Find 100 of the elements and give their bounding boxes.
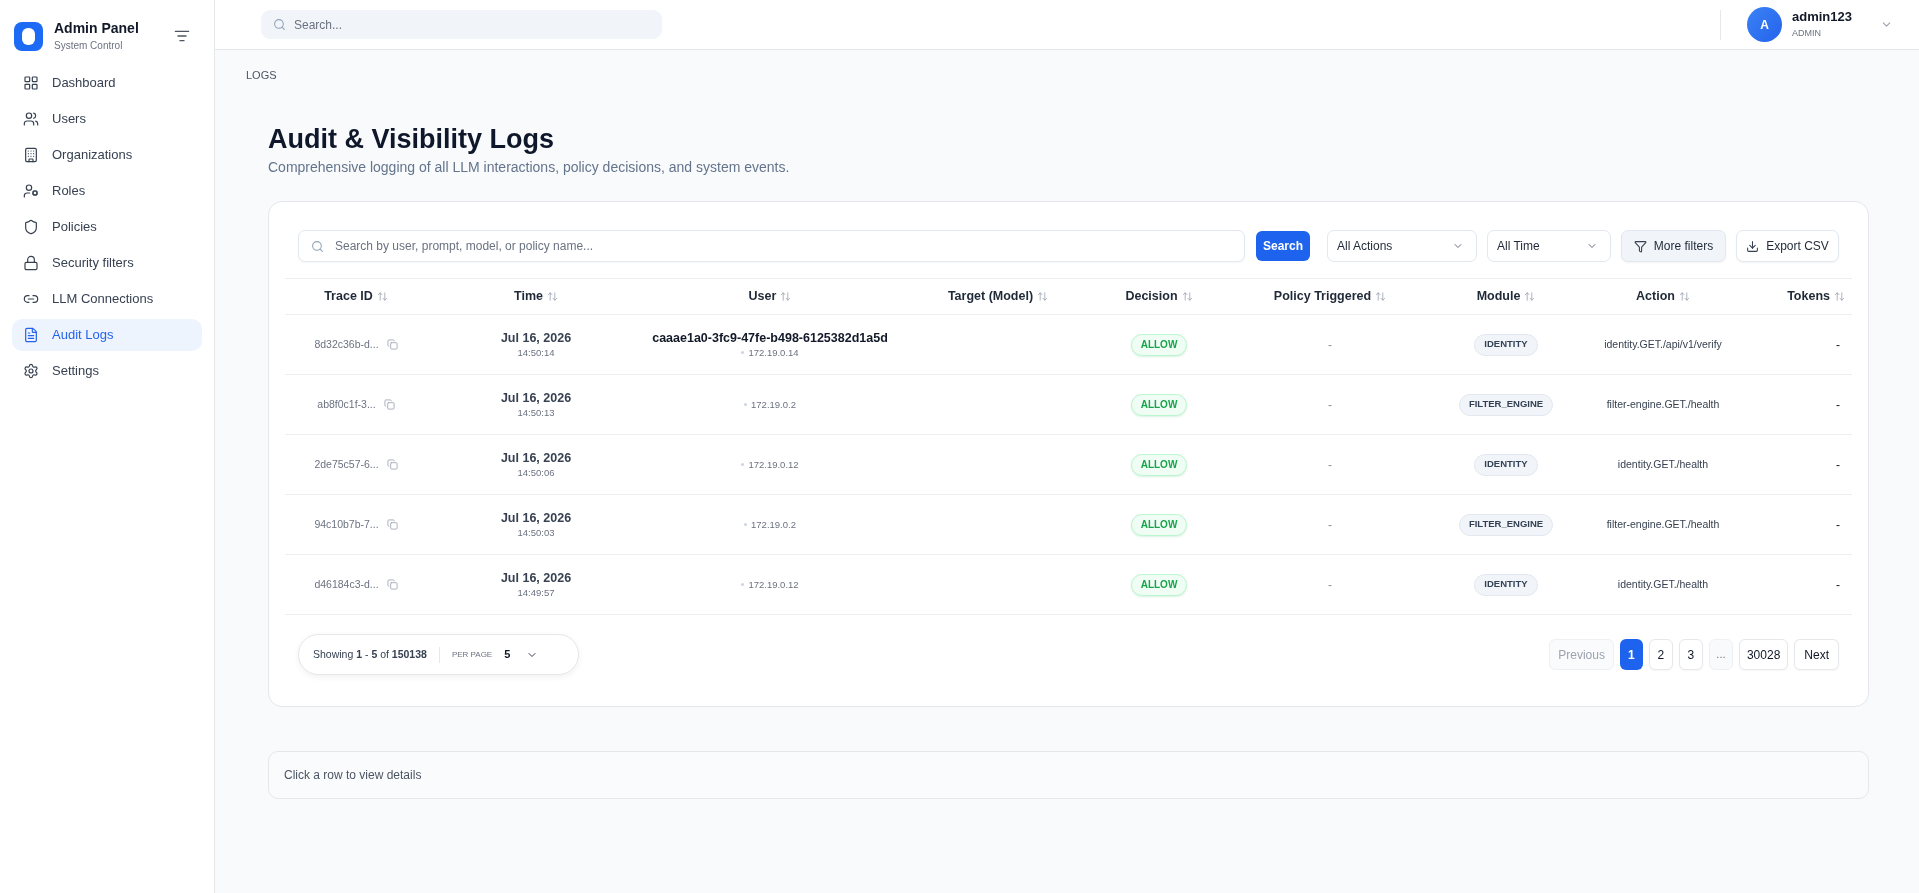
per-page-select[interactable]: 5 (504, 646, 539, 663)
sort-icon (1181, 291, 1193, 302)
settings-icon (23, 363, 39, 379)
results-summary: Showing 1 - 5 of 150138 (313, 646, 427, 662)
time-text: 14:50:06 (517, 466, 555, 479)
module-badge: IDENTITY (1474, 453, 1538, 476)
shield-icon (23, 219, 39, 235)
search-button[interactable]: Search (1256, 231, 1310, 261)
brand-subtitle: System Control (54, 39, 124, 53)
column-header[interactable]: Target (Model) (947, 287, 1049, 306)
date-text: Jul 16, 2026 (500, 450, 572, 466)
policy-text: - (1328, 516, 1332, 534)
copy-icon[interactable] (383, 399, 395, 410)
tokens-text: - (1836, 336, 1840, 354)
action-text: identity.GET./health (1617, 576, 1709, 592)
users-icon (23, 111, 39, 127)
column-header[interactable]: Action (1636, 287, 1690, 306)
page-subtitle: Comprehensive logging of all LLM interactions, policy decisions, and system events. (268, 158, 791, 177)
date-text: Jul 16, 2026 (500, 510, 572, 526)
sort-icon (1524, 291, 1536, 302)
time-text: 14:50:03 (517, 526, 555, 539)
search-field[interactable]: Search by user, prompt, model, or policy name... (298, 230, 1245, 262)
page-title: Audit & Visibility Logs (268, 123, 556, 156)
action-text: filter-engine.GET./health (1606, 516, 1720, 532)
search-icon (311, 240, 324, 253)
action-text: identity.GET./health (1617, 456, 1709, 472)
page-button[interactable]: 2 (1648, 639, 1673, 670)
ip-address-text: 172.19.0.14 (748, 346, 799, 359)
tokens-text: - (1836, 396, 1840, 414)
filters-button[interactable]: More filters (1621, 230, 1726, 262)
trace-id-text: 2de75c57-6... (314, 456, 379, 472)
pagination-ellipsis: ... (1708, 639, 1733, 670)
sidebar-item[interactable]: Settings (12, 355, 202, 387)
column-header[interactable]: Policy Triggered (1273, 287, 1387, 306)
page-button[interactable]: 3 (1678, 639, 1703, 670)
filter-icon (1633, 239, 1647, 253)
time-text: 14:50:13 (517, 406, 555, 419)
decision-badge: ALLOW (1130, 393, 1188, 416)
sidebar-item[interactable]: Organizations (12, 139, 202, 171)
page-button[interactable]: 1 (1619, 639, 1643, 670)
column-header[interactable]: Trace ID (324, 287, 388, 306)
sidebar-item[interactable]: Users (12, 103, 202, 135)
sort-icon (1037, 291, 1049, 302)
trace-id-text: d46184c3-d... (314, 576, 379, 592)
user-gear-icon (23, 183, 39, 199)
building-icon (23, 147, 39, 163)
search-icon (273, 18, 286, 31)
module-badge: FILTER_ENGINE (1458, 513, 1554, 536)
sort-icon (1834, 291, 1845, 302)
sidebar-item[interactable]: Policies (12, 211, 202, 243)
policy-text: - (1328, 336, 1332, 354)
column-header[interactable]: Module (1476, 287, 1536, 306)
decision-badge: ALLOW (1130, 513, 1188, 536)
date-text: Jul 16, 2026 (500, 390, 572, 406)
column-header[interactable]: Tokens (1787, 287, 1845, 306)
decision-badge: ALLOW (1130, 573, 1188, 596)
page-button[interactable]: 30028 (1738, 639, 1789, 670)
module-badge: IDENTITY (1474, 573, 1538, 596)
action-text: filter-engine.GET./health (1606, 396, 1720, 412)
time-text: 14:49:57 (517, 586, 555, 599)
filter-select[interactable]: All Time (1487, 230, 1611, 262)
trace-id-text: ab8f0c1f-3... (317, 396, 376, 412)
trace-id-text: 94c10b7b-7... (314, 516, 379, 532)
sidebar-item[interactable]: LLM Connections (12, 283, 202, 315)
sidebar-item[interactable]: Audit Logs (12, 319, 202, 351)
user-name: admin123 (1792, 9, 1852, 25)
copy-icon[interactable] (386, 579, 398, 590)
ip-address-text: 172.19.0.12 (748, 578, 799, 591)
sort-icon (376, 291, 388, 302)
module-badge: IDENTITY (1474, 333, 1538, 356)
time-text: 14:50:14 (517, 346, 555, 359)
lock-icon (23, 255, 39, 271)
ip-address-text: 172.19.0.12 (748, 458, 799, 471)
copy-icon[interactable] (386, 459, 398, 470)
brand-title: Admin Panel (54, 19, 139, 37)
date-text: Jul 16, 2026 (500, 330, 572, 346)
column-header[interactable]: Time (514, 287, 558, 306)
sidebar-item[interactable]: Security filters (12, 247, 202, 279)
document-icon (23, 327, 39, 343)
policy-text: - (1328, 576, 1332, 594)
search-field[interactable]: Search... (261, 10, 662, 39)
avatar[interactable]: A (1747, 7, 1782, 42)
policy-text: - (1328, 456, 1332, 474)
ip-address-text: 172.19.0.2 (751, 398, 796, 411)
sidebar-item[interactable]: Dashboard (12, 67, 202, 99)
sort-icon (780, 291, 792, 302)
menu-icon[interactable] (174, 28, 190, 44)
sort-icon (1375, 291, 1387, 302)
column-header[interactable]: User (748, 287, 792, 306)
copy-icon[interactable] (386, 519, 398, 530)
sidebar-item[interactable]: Roles (12, 175, 202, 207)
column-header[interactable]: Decision (1125, 287, 1193, 306)
next-button[interactable]: Next (1794, 639, 1839, 670)
ip-address-text: 172.19.0.2 (751, 518, 796, 531)
filter-select[interactable]: All Actions (1327, 230, 1477, 262)
sort-icon (546, 291, 558, 302)
copy-icon[interactable] (386, 339, 398, 350)
date-text: Jul 16, 2026 (500, 570, 572, 586)
tokens-text: - (1836, 576, 1840, 594)
export-button[interactable]: Export CSV (1736, 230, 1839, 262)
